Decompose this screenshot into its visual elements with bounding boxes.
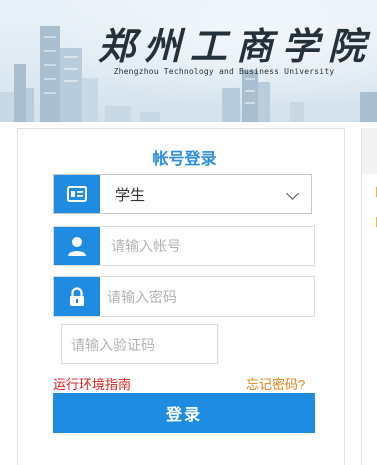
captcha-field xyxy=(61,324,218,364)
lock-icon xyxy=(54,277,100,316)
building xyxy=(14,64,26,122)
header-banner: 郑州工商学院 Zhengzhou Technology and Business… xyxy=(0,0,377,122)
school-name-en: Zhengzhou Technology and Business Univer… xyxy=(113,67,335,76)
user-icon xyxy=(54,227,100,265)
building xyxy=(82,78,98,122)
building xyxy=(360,92,377,122)
login-title: 帐号登录 xyxy=(152,151,217,168)
building xyxy=(140,112,160,122)
building xyxy=(290,102,304,122)
building xyxy=(40,26,60,122)
building xyxy=(242,70,258,122)
id-card-icon xyxy=(54,175,100,213)
password-input[interactable] xyxy=(107,288,297,306)
account-input[interactable] xyxy=(111,237,301,255)
env-guide-link[interactable]: 运行环境指南 xyxy=(53,374,131,393)
building xyxy=(0,92,14,122)
building xyxy=(222,88,240,122)
role-select[interactable]: 学生 xyxy=(53,174,312,214)
side-panel xyxy=(361,128,377,465)
building xyxy=(60,48,82,122)
building xyxy=(26,88,34,122)
chevron-down-icon xyxy=(286,187,299,200)
forgot-password-link[interactable]: 忘记密码? xyxy=(246,374,305,393)
account-field xyxy=(53,226,315,266)
building xyxy=(258,82,270,122)
role-select-value: 学生 xyxy=(115,187,146,204)
building xyxy=(105,106,131,122)
captcha-input[interactable] xyxy=(71,336,211,354)
login-button[interactable]: 登录 xyxy=(53,393,315,433)
password-field xyxy=(53,276,315,317)
school-name-cn: 郑州工商学院 xyxy=(98,24,374,68)
